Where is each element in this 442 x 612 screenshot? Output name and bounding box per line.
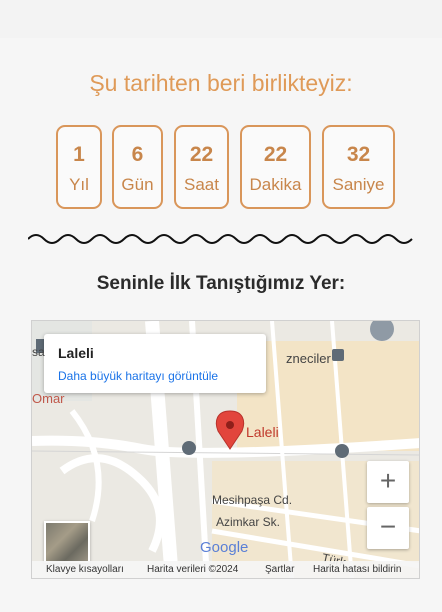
counter-value: 32	[346, 143, 371, 166]
map-label: Mesihpaşa Cd.	[212, 493, 293, 507]
counter-value: 1	[73, 143, 85, 166]
map-data-link[interactable]: Harita verileri ©2024	[147, 564, 238, 575]
report-error-link[interactable]: Harita hatası bildirin	[313, 564, 401, 575]
counter-unit: Saat	[184, 175, 219, 194]
counter-unit: Yıl	[69, 175, 89, 194]
counter-unit: Saniye	[332, 175, 385, 194]
transit-icon	[182, 441, 196, 455]
zoom-in-button[interactable]: +	[367, 461, 409, 503]
keyboard-shortcuts-link[interactable]: Klavye kısayolları	[46, 564, 124, 575]
transit-icon	[335, 444, 349, 458]
larger-map-link[interactable]: Daha büyük haritayı görüntüle	[58, 369, 218, 383]
since-title: Şu tarihten beri birlikteyiz:	[89, 70, 353, 96]
map-label: Omar	[32, 391, 65, 406]
transit-icon	[332, 349, 344, 361]
counter-seconds: 32 Saniye	[322, 125, 395, 209]
counter-value: 22	[263, 143, 288, 166]
counter-hours: 22 Saat	[174, 125, 229, 209]
counter-years: 1 Yıl	[56, 125, 102, 209]
counter-value: 6	[131, 143, 144, 166]
map-label: Azimkar Sk.	[216, 515, 281, 529]
map-embed[interactable]: Laleli Daha büyük haritayı görüntüle zne…	[31, 320, 420, 579]
map-footer: Klavye kısayolları Harita verileri ©2024…	[32, 561, 419, 578]
counter-value: 22	[189, 143, 214, 166]
terms-link[interactable]: Şartlar	[265, 564, 294, 575]
counter-minutes: 22 Dakika	[240, 125, 311, 209]
zoom-out-button[interactable]: −	[367, 507, 409, 549]
place-info-title: Laleli	[58, 345, 94, 361]
pin-label: Laleli	[246, 424, 279, 440]
map-label: zneciler	[286, 351, 331, 366]
top-band	[0, 0, 442, 38]
place-title: Seninle İlk Tanıştığımız Yer:	[96, 273, 346, 294]
counter-days: 6 Gün	[112, 125, 163, 209]
map-label: sa	[32, 345, 45, 359]
google-logo: Google	[200, 539, 249, 556]
wave-divider	[28, 234, 413, 244]
counter-unit: Dakika	[249, 175, 302, 194]
satellite-toggle[interactable]	[44, 521, 90, 563]
place-info-card: Laleli Daha büyük haritayı görüntüle	[44, 334, 266, 393]
counter-unit: Gün	[121, 175, 154, 194]
